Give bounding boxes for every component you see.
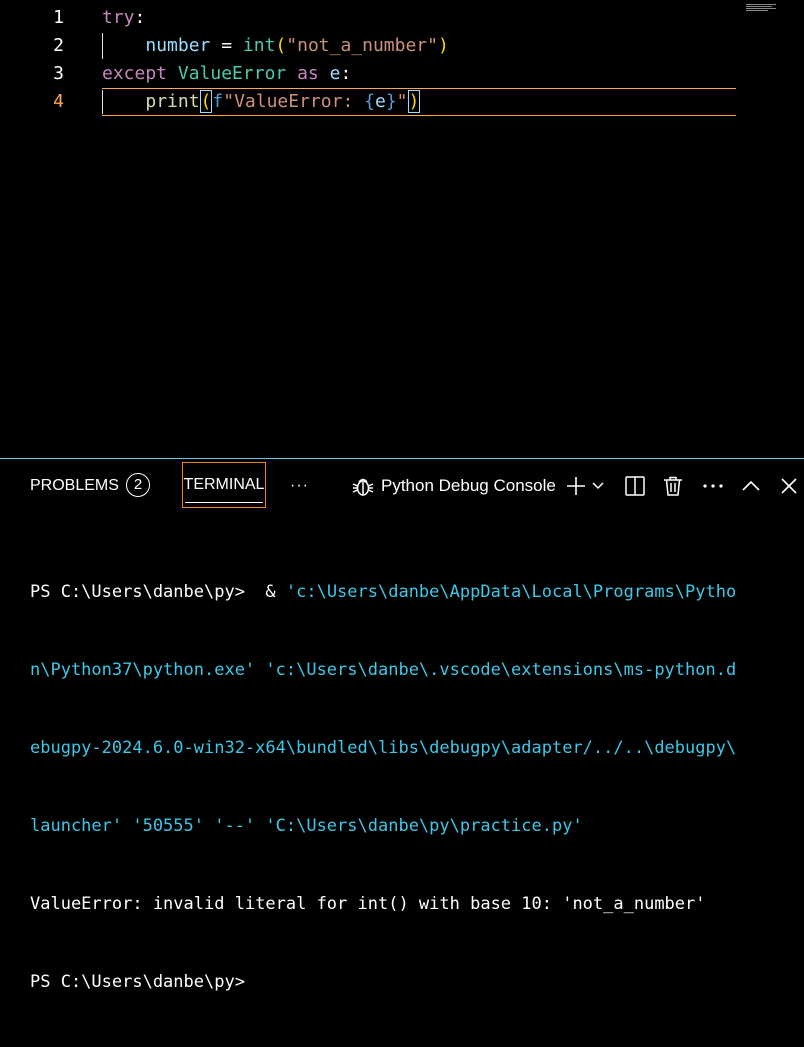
variable-e: e [329,63,341,84]
string-literal: "ValueError: [223,91,365,112]
more-tabs-button[interactable]: ··· [290,473,309,499]
string-literal: " [396,91,408,112]
paren-open-matched: ( [199,90,213,113]
chevron-up-icon[interactable] [738,473,764,499]
tab-terminal[interactable]: TERMINAL [182,462,266,508]
line-number: 2 [53,35,64,56]
paren-open: ( [275,35,287,56]
panel-header: PROBLEMS 2 TERMINAL ··· Python Debug Con… [0,459,804,511]
terminal-path: 'c:\Users\danbe\AppData\Local\Programs\P… [285,582,737,602]
type-valueerror: ValueError [177,63,287,84]
string-literal: "not_a_number" [286,35,438,56]
terminal-prompt: PS C:\Users\danbe\py> & [30,582,286,602]
code-line[interactable]: 3 except ValueError as e: [0,60,804,88]
terminal-line: PS C:\Users\danbe\py> & 'c:\Users\danbe\… [30,579,800,605]
terminal-line: launcher' '50555' '--' 'C:\Users\danbe\p… [30,816,583,836]
fstring-prefix: f [212,91,224,112]
more-icon[interactable] [700,473,726,499]
variable-e: e [374,91,386,112]
line-number: 1 [53,7,64,28]
terminal-prompt-line: PS C:\Users\danbe\py> [30,972,245,992]
code-line-active[interactable]: 4 print(f"ValueError: {e}") [0,88,804,116]
bug-icon [350,473,376,499]
operator: = [210,35,243,56]
code-text: try: [102,4,145,32]
code-editor[interactable]: 1 try: 2 number = int("not_a_number") 3 … [0,0,804,458]
keyword-except: except [102,63,168,84]
code-text: print(f"ValueError: {e}") [102,88,421,116]
builtin-print: print [145,91,200,112]
line-number-active: 4 [53,91,64,112]
code-text: number = int("not_a_number") [102,32,449,60]
keyword-as: as [297,63,319,84]
builtin-int: int [242,35,276,56]
plus-icon[interactable] [563,473,589,499]
code-line[interactable]: 2 number = int("not_a_number") [0,32,804,60]
terminal-profile-selector[interactable]: Python Debug Console [381,473,556,499]
variable-number: number [145,35,211,56]
brace-close: } [385,91,397,112]
bottom-panel: PROBLEMS 2 TERMINAL ··· Python Debug Con… [0,458,804,992]
paren-close: ) [437,35,449,56]
terminal-line: n\Python37\python.exe' 'c:\Users\danbe\.… [30,660,737,680]
keyword-try: try [102,7,135,28]
tab-problems[interactable]: PROBLEMS [30,473,119,499]
terminal-line: ebugpy-2024.6.0-win32-x64\bundled\libs\d… [30,738,737,758]
split-icon[interactable] [622,473,648,499]
code-line[interactable]: 1 try: [0,4,804,32]
problems-count-badge: 2 [126,473,150,497]
close-icon[interactable] [776,473,802,499]
trash-icon[interactable] [660,473,686,499]
chevron-down-icon[interactable] [589,473,607,499]
punct: : [340,63,352,84]
brace-open: { [364,91,375,112]
terminal-error-line: ValueError: invalid literal for int() wi… [30,894,706,914]
paren-close-matched: ) [407,90,421,113]
terminal-output[interactable]: PS C:\Users\danbe\py> & 'c:\Users\danbe\… [30,527,800,1047]
punct: : [134,7,146,28]
code-text: except ValueError as e: [102,60,351,88]
line-number: 3 [53,63,64,84]
